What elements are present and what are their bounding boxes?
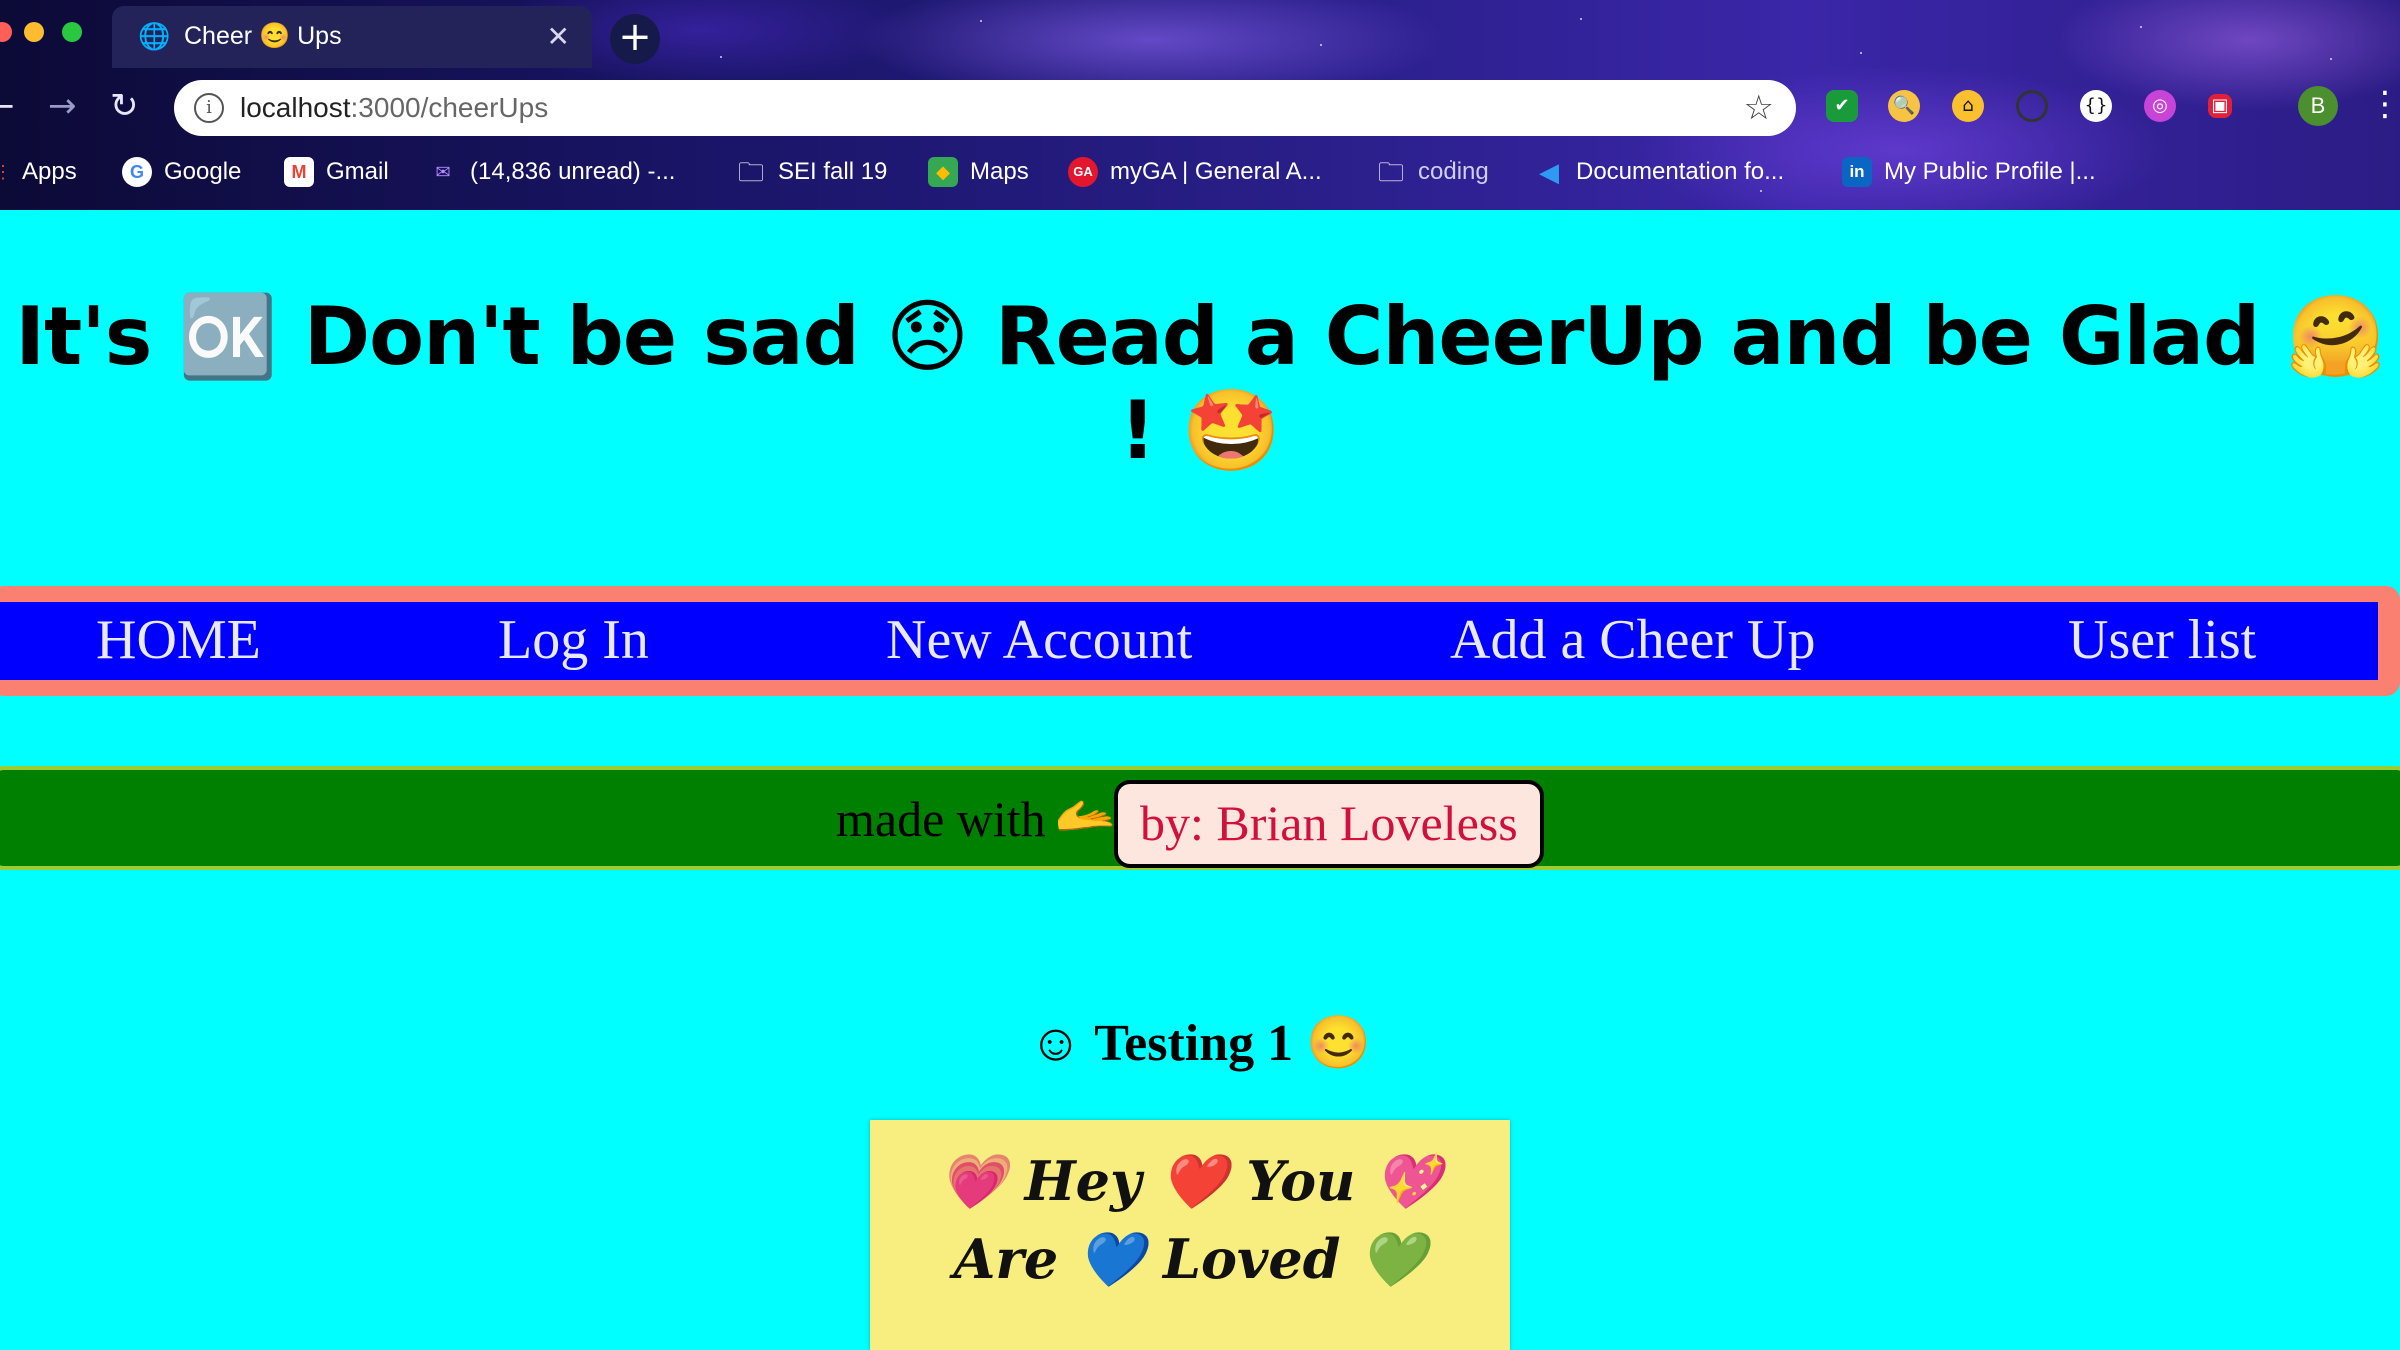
home-extension-icon[interactable]: ⌂ (1952, 90, 1984, 122)
info-icon[interactable]: i (194, 93, 224, 123)
bookmark-gmail[interactable]: M Gmail (284, 150, 389, 194)
ga-icon: GA (1068, 157, 1098, 187)
reload-icon[interactable]: ↻ (110, 86, 139, 126)
circle-extension-icon[interactable] (2016, 90, 2048, 122)
globe-icon: 🌐 (138, 22, 171, 52)
vscode-icon: ◀ (1539, 157, 1559, 187)
made-with-bar: made with 🫴 by: Brian Loveless (0, 766, 2400, 870)
menu-kebab-icon[interactable]: ⋮ (2368, 84, 2400, 124)
navbar-inner: HOME Log In New Account Add a Cheer Up U… (0, 602, 2378, 680)
nav-link-home[interactable]: HOME (96, 608, 261, 672)
headphones-extension-icon[interactable]: ◎ (2144, 90, 2176, 122)
checkmark-extension-icon[interactable]: ✔ (1826, 90, 1858, 122)
folder-icon: 🗀 (1377, 157, 1404, 187)
brackets-extension-icon[interactable]: {} (2080, 90, 2112, 122)
profile-avatar[interactable]: B (2298, 86, 2338, 126)
yahoo-mail-icon: ✉ (435, 162, 451, 182)
linkedin-icon: in (1842, 157, 1872, 187)
google-icon: G (122, 157, 152, 187)
bookmark-sei-fall-19[interactable]: 🗀 SEI fall 19 (736, 150, 887, 194)
apps-grid-icon: ⋮ (0, 162, 12, 182)
bookmark-myga[interactable]: GA myGA | General A... (1068, 150, 1322, 194)
nav-link-log-in[interactable]: Log In (498, 608, 649, 672)
bookmark-apps[interactable]: ⋮ Apps (0, 150, 77, 194)
bookmark-yahoo-mail[interactable]: ✉ (14,836 unread) -... (428, 150, 675, 194)
nav-link-add-cheer-up[interactable]: Add a Cheer Up (1450, 608, 1815, 672)
bookmark-documentation[interactable]: ◀ Documentation fo... (1534, 150, 1784, 194)
address-bar[interactable]: i localhost:3000/cheerUps ☆ (174, 80, 1796, 136)
bookmark-star-icon[interactable]: ☆ (1744, 88, 1774, 128)
gmail-icon: M (284, 157, 314, 187)
heart-hand-icon: 🫴 (1054, 786, 1117, 844)
bookmark-maps[interactable]: ◆ Maps (928, 150, 1029, 194)
new-tab-button[interactable]: + (610, 14, 660, 64)
author-badge[interactable]: by: Brian Loveless (1114, 780, 1544, 868)
tab-title: Cheer 😊 Ups (184, 22, 342, 50)
cheer-card[interactable]: 💗 Hey ❤️ You 💖 Are 💙 Loved 💚 (870, 1120, 1510, 1350)
browser-tab-active[interactable]: 🌐 Cheer 😊 Ups ✕ (112, 6, 592, 68)
folder-icon: 🗀 (737, 157, 764, 187)
back-arrow-icon[interactable]: ← (0, 86, 15, 126)
browser-chrome: 🌐 Cheer 😊 Ups ✕ + ← → ↻ i localhost:3000… (0, 0, 2400, 210)
bookmark-coding[interactable]: 🗀 coding (1376, 150, 1489, 194)
nav-link-user-list[interactable]: User list (2068, 608, 2256, 672)
magnifier-extension-icon[interactable]: 🔍 (1888, 90, 1920, 122)
main-navbar: HOME Log In New Account Add a Cheer Up U… (0, 586, 2400, 696)
made-with-text: made with (836, 791, 1046, 847)
forward-arrow-icon[interactable]: → (48, 86, 77, 126)
page-headline: It's 🆗 Don't be sad 😞 Read a CheerUp and… (15, 290, 2385, 477)
nav-link-new-account[interactable]: New Account (886, 608, 1192, 672)
maps-icon: ◆ (928, 157, 958, 187)
bookmarks-bar: ⋮ Apps G Google M Gmail ✉ (14,836 unread… (0, 150, 2400, 194)
bookmark-google[interactable]: G Google (122, 150, 241, 194)
robot-extension-icon[interactable]: ▣ (2208, 94, 2232, 118)
cheer-title: ☺ Testing 1 😊 (1029, 1015, 1371, 1072)
window-maximize-button[interactable] (62, 22, 82, 42)
cheer-card-text: 💗 Hey ❤️ You 💖 Are 💙 Loved 💚 (938, 1149, 1442, 1291)
bookmark-linkedin[interactable]: in My Public Profile |... (1842, 150, 2096, 194)
close-tab-icon[interactable]: ✕ (547, 20, 570, 53)
url-text: localhost:3000/cheerUps (240, 92, 549, 123)
window-minimize-button[interactable] (24, 22, 44, 42)
window-close-button[interactable] (0, 22, 12, 42)
